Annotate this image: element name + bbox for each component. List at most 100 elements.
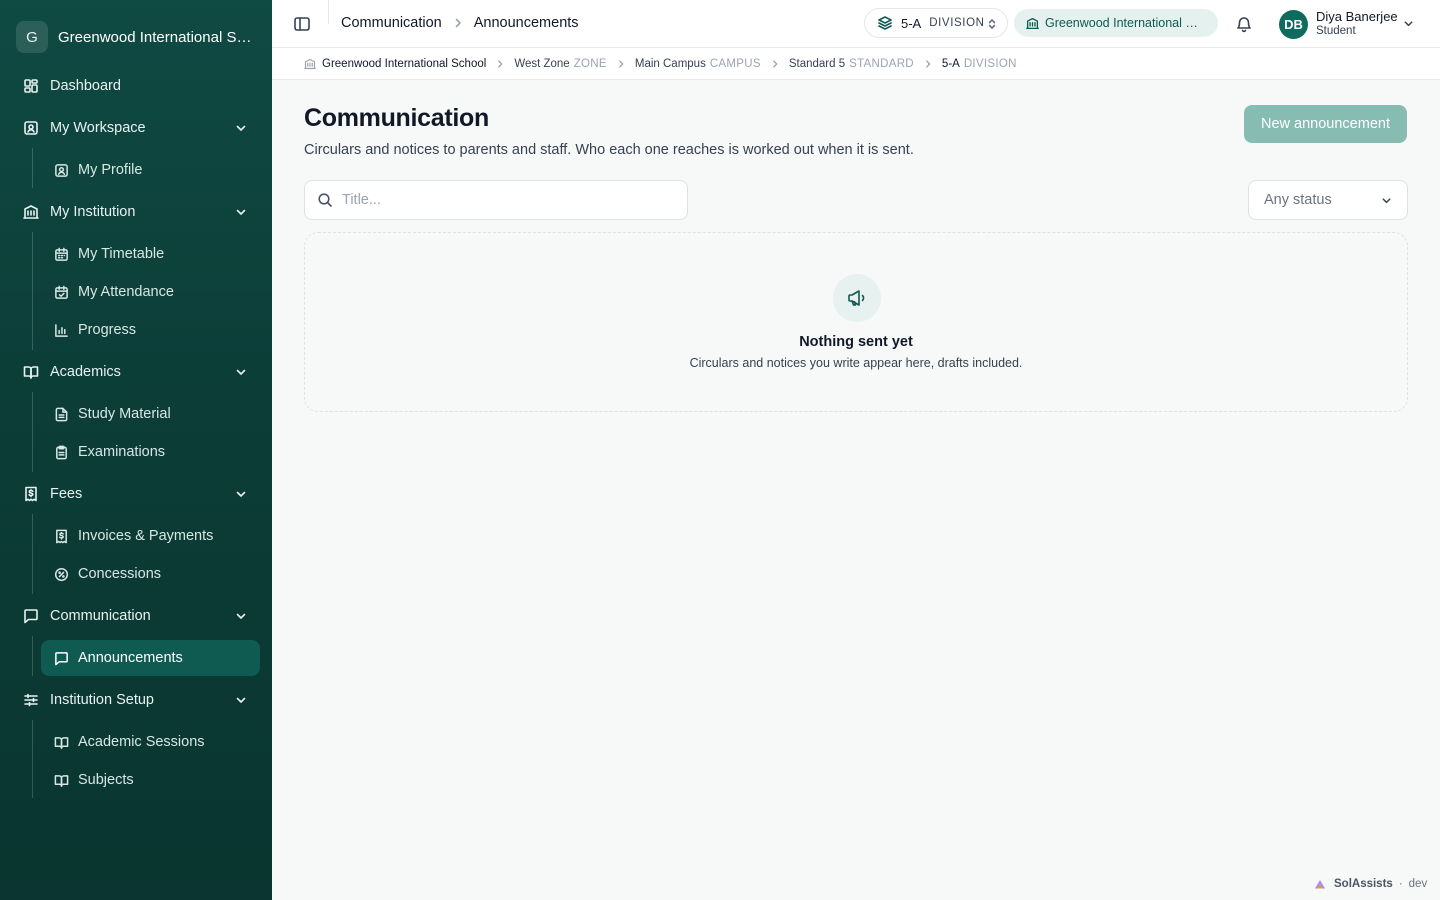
brand-logo: G bbox=[16, 21, 48, 53]
sliders-icon bbox=[22, 691, 40, 709]
building-icon bbox=[304, 58, 316, 69]
sidebar-item-label: Subjects bbox=[78, 772, 134, 788]
bar-chart-icon bbox=[53, 322, 69, 338]
badge-percent-icon bbox=[53, 566, 69, 582]
empty-state-title: Nothing sent yet bbox=[799, 334, 913, 350]
chevron-down-icon[interactable] bbox=[1402, 17, 1415, 30]
breadcrumb-type: DIVISION bbox=[963, 57, 1017, 70]
empty-state-subtitle: Circulars and notices you write appear h… bbox=[689, 356, 1023, 370]
sidebar-item-my-timetable[interactable]: My Timetable bbox=[41, 236, 260, 272]
nav-guide-line bbox=[32, 392, 33, 472]
sidebar-item-subjects[interactable]: Subjects bbox=[41, 762, 260, 798]
sidebar-group-academics[interactable]: Academics bbox=[12, 354, 260, 390]
chevron-right-icon bbox=[772, 59, 778, 68]
book-open-icon bbox=[53, 772, 69, 788]
breadcrumb-division[interactable]: 5-A bbox=[942, 58, 960, 70]
breadcrumb-campus[interactable]: Main Campus bbox=[635, 58, 706, 70]
dashboard-icon bbox=[22, 77, 40, 95]
bell-icon[interactable] bbox=[1234, 14, 1254, 34]
chevron-right-icon bbox=[498, 59, 503, 68]
sidebar-item-label: Progress bbox=[78, 322, 137, 338]
file-text-icon bbox=[53, 406, 69, 422]
footer-brand: SolAssists bbox=[1334, 878, 1393, 890]
sidebar-group-communication[interactable]: Communication bbox=[12, 598, 260, 634]
sidebar-item-academic-sessions[interactable]: Academic Sessions bbox=[41, 724, 260, 760]
receipt-icon bbox=[22, 485, 40, 503]
calendar-icon bbox=[53, 246, 69, 262]
chevron-right-icon bbox=[455, 18, 461, 28]
chevron-down-icon bbox=[236, 697, 246, 703]
avatar[interactable]: DB bbox=[1279, 10, 1308, 39]
sidebar-group-label: Fees bbox=[50, 486, 83, 502]
sidebar-item-progress[interactable]: Progress bbox=[41, 312, 260, 348]
id-badge-icon bbox=[53, 162, 69, 178]
nav-guide-line bbox=[32, 514, 33, 594]
nav-guide-line bbox=[32, 232, 33, 350]
search-field[interactable] bbox=[304, 180, 688, 220]
page-breadcrumb: Communication Announcements bbox=[341, 15, 579, 31]
chevron-down-icon bbox=[236, 209, 246, 215]
sidebar-item-concessions[interactable]: Concessions bbox=[41, 556, 260, 592]
footer-separator: · bbox=[1398, 878, 1403, 890]
receipt-icon bbox=[53, 528, 69, 544]
sidebar-group-institution-setup[interactable]: Institution Setup bbox=[12, 682, 260, 718]
chevrons-up-down-icon bbox=[988, 19, 996, 29]
sidebar-group-my-institution[interactable]: My Institution bbox=[12, 194, 260, 230]
user-name[interactable]: Diya Banerjee bbox=[1316, 9, 1398, 24]
clipboard-icon bbox=[53, 444, 69, 460]
sidebar-item-dashboard[interactable]: Dashboard bbox=[12, 68, 260, 104]
sidebar-item-label: Examinations bbox=[78, 444, 166, 460]
sidebar-item-label: My Timetable bbox=[78, 246, 165, 262]
breadcrumb-standard[interactable]: Standard 5 bbox=[789, 58, 845, 70]
division-type: DIVISION bbox=[929, 17, 985, 29]
sidebar-item-invoices-payments[interactable]: Invoices & Payments bbox=[41, 518, 260, 554]
sidebar-item-study-material[interactable]: Study Material bbox=[41, 396, 260, 432]
sidebar-item-announcements[interactable]: Announcements bbox=[41, 640, 260, 676]
search-input[interactable] bbox=[342, 192, 662, 208]
sidebar-item-label: Invoices & Payments bbox=[78, 528, 214, 544]
school-chip[interactable]: Greenwood International School bbox=[1014, 9, 1218, 37]
building-icon bbox=[22, 203, 40, 221]
sidebar-item-label: Study Material bbox=[78, 406, 171, 422]
breadcrumb-school[interactable]: Greenwood International School bbox=[322, 58, 486, 70]
status-select[interactable]: Any status bbox=[1248, 180, 1408, 220]
school-name: Greenwood International School bbox=[1045, 16, 1205, 30]
breadcrumb-type: STANDARD bbox=[849, 57, 914, 70]
breadcrumb-type: CAMPUS bbox=[709, 57, 761, 70]
solassists-logo-icon bbox=[1315, 880, 1325, 889]
chevron-down-icon bbox=[236, 369, 246, 375]
calendar-check-icon bbox=[53, 284, 69, 300]
book-open-icon bbox=[22, 363, 40, 381]
breadcrumb-zone[interactable]: West Zone bbox=[514, 58, 569, 70]
sidebar-item-label: Dashboard bbox=[50, 78, 121, 94]
breadcrumb-type: ZONE bbox=[573, 57, 607, 70]
sidebar-item-my-profile[interactable]: My Profile bbox=[41, 152, 260, 188]
institution-switcher[interactable]: G Greenwood International School bbox=[16, 20, 256, 54]
page-title: Communication bbox=[304, 104, 489, 132]
sidebar-toggle-icon[interactable] bbox=[292, 14, 312, 34]
chevron-right-icon bbox=[618, 59, 624, 68]
page-subtitle: Circulars and notices to parents and sta… bbox=[304, 142, 914, 158]
sidebar-group-label: Institution Setup bbox=[50, 692, 154, 708]
sidebar: G Greenwood International School Dashboa… bbox=[0, 0, 272, 900]
sidebar-item-label: Academic Sessions bbox=[78, 734, 205, 750]
sidebar-item-examinations[interactable]: Examinations bbox=[41, 434, 260, 470]
sidebar-item-label: Announcements bbox=[78, 650, 183, 666]
status-select-value: Any status bbox=[1264, 192, 1332, 208]
layers-icon bbox=[878, 16, 892, 30]
chevron-right-icon bbox=[926, 59, 931, 68]
division-value: 5-A bbox=[901, 15, 922, 31]
sidebar-item-my-attendance[interactable]: My Attendance bbox=[41, 274, 260, 310]
chevron-down-icon bbox=[236, 613, 246, 619]
building-icon bbox=[1026, 17, 1039, 29]
hierarchy-breadcrumb: Greenwood International School West Zone… bbox=[272, 48, 1440, 80]
breadcrumb-parent[interactable]: Communication bbox=[341, 15, 442, 31]
sidebar-group-fees[interactable]: Fees bbox=[12, 476, 260, 512]
sidebar-group-my-workspace[interactable]: My Workspace bbox=[12, 110, 260, 146]
user-role: Student bbox=[1316, 25, 1356, 37]
breadcrumb-current: Announcements bbox=[473, 15, 579, 31]
sidebar-group-label: My Workspace bbox=[50, 120, 146, 136]
empty-state: Nothing sent yet Circulars and notices y… bbox=[304, 232, 1408, 412]
division-selector[interactable]: 5-A DIVISION bbox=[864, 8, 1008, 38]
new-announcement-button[interactable]: New announcement bbox=[1244, 105, 1407, 143]
